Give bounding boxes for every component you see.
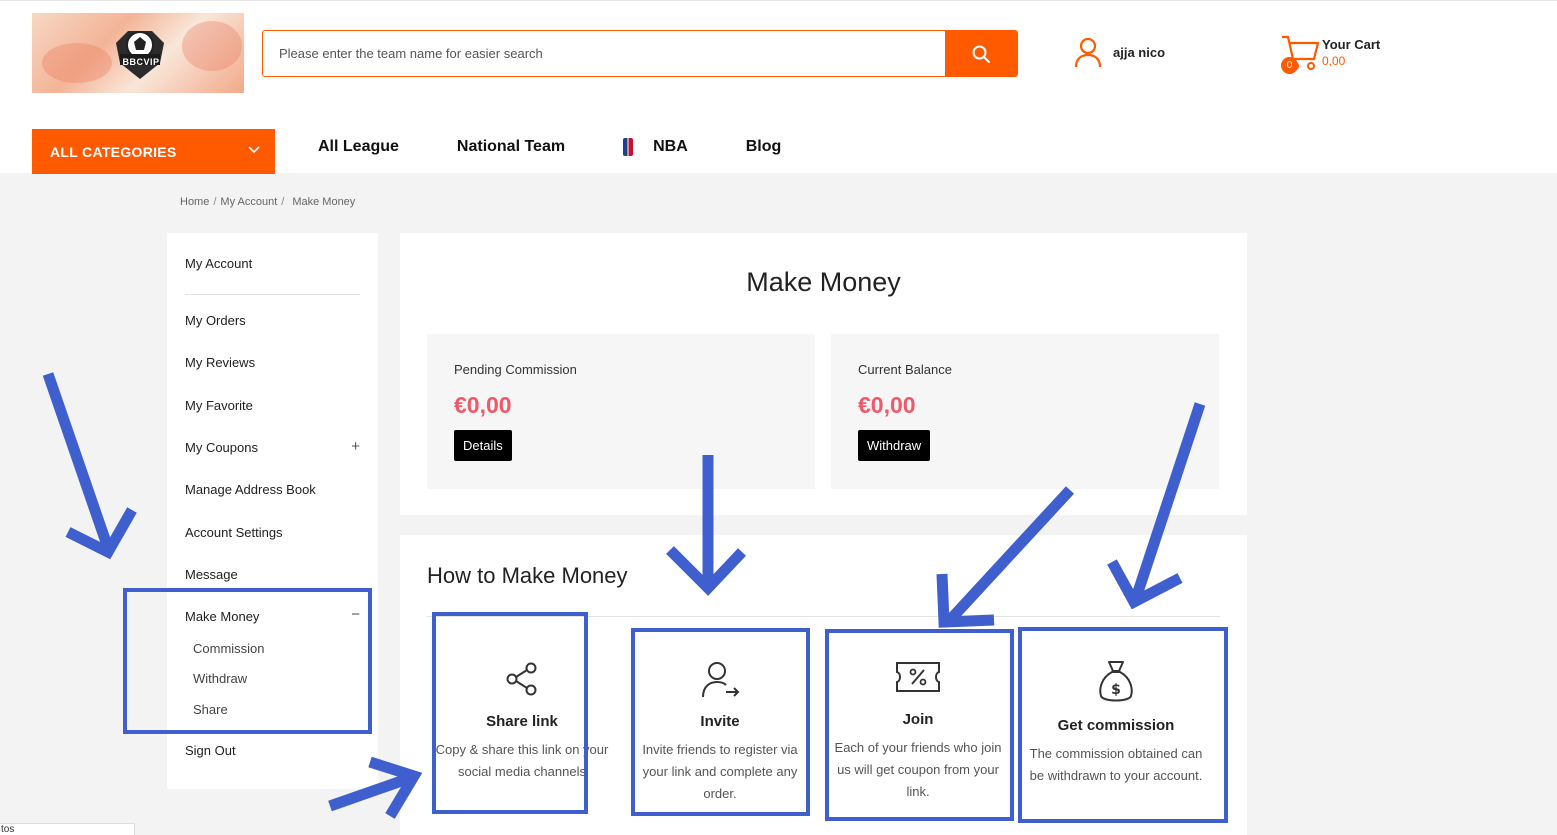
nav-item-nba[interactable]: NBA (623, 138, 688, 156)
logo-text: BBCVIP (122, 57, 160, 67)
cart-label: Your Cart (1322, 37, 1381, 52)
user-name: ajja nico (1113, 44, 1166, 60)
sidebar-item-sign-out[interactable]: Sign Out (185, 743, 236, 758)
site-logo[interactable]: BBCVIP (32, 13, 244, 93)
logo-splash (42, 43, 112, 83)
breadcrumb-separator: / (281, 196, 285, 208)
annotation-arrow (42, 372, 137, 560)
nav-item-all-league[interactable]: All League (318, 138, 399, 156)
cookie-notice: tos (0, 823, 135, 835)
soccer-ball-badge-icon (116, 31, 164, 79)
search-bar (262, 30, 1018, 77)
expand-plus-icon[interactable]: + (351, 438, 360, 455)
current-balance-card: Current Balance €0,00 Withdraw (831, 334, 1219, 489)
sidebar-item-message[interactable]: Message (185, 567, 238, 582)
all-categories-label: ALL CATEGORIES (50, 143, 177, 160)
current-balance-value: €0,00 (858, 392, 916, 418)
site-header: BBCVIP ajja nico 0 Your Cart 0,00 ALL CA… (0, 0, 1557, 174)
annotation-box-get-commission (1018, 627, 1228, 823)
nav-item-national-team[interactable]: National Team (457, 138, 565, 156)
breadcrumb: Home / My Account / Make Money (180, 196, 355, 208)
page-title: Make Money (746, 267, 901, 297)
all-categories-button[interactable]: ALL CATEGORIES (32, 129, 275, 174)
nav-item-blog[interactable]: Blog (746, 138, 782, 156)
pending-commission-value: €0,00 (454, 392, 512, 418)
withdraw-button[interactable]: Withdraw (858, 430, 931, 461)
pending-commission-card: Pending Commission €0,00 Details (427, 334, 815, 489)
breadcrumb-current: Make Money (292, 196, 356, 208)
nba-logo-icon (623, 138, 634, 156)
breadcrumb-my-account[interactable]: My Account (220, 196, 277, 208)
sidebar-item-my-reviews[interactable]: My Reviews (185, 355, 255, 370)
search-input[interactable] (263, 31, 945, 76)
sidebar-item-my-account[interactable]: My Account (185, 256, 252, 271)
annotation-box-join (825, 629, 1014, 821)
search-icon (972, 45, 990, 63)
annotation-box-invite (631, 628, 810, 816)
nav-item-nba-label: NBA (653, 138, 688, 155)
sidebar-item-my-coupons[interactable]: My Coupons (185, 440, 258, 455)
details-button[interactable]: Details (454, 430, 512, 461)
main-nav: All League National Team NBA Blog (318, 138, 839, 156)
sidebar-item-address-book[interactable]: Manage Address Book (185, 482, 316, 497)
section-title: How to Make Money (427, 563, 628, 588)
search-button[interactable] (945, 31, 1017, 76)
current-balance-label: Current Balance (858, 362, 952, 377)
make-money-panel: Make Money Pending Commission €0,00 Deta… (400, 233, 1247, 515)
cart-link[interactable]: 0 Your Cart 0,00 (1280, 33, 1420, 77)
annotation-box-share-link (432, 612, 588, 814)
sidebar-divider (185, 294, 360, 295)
annotation-box-make-money-menu (123, 588, 372, 734)
pending-commission-label: Pending Commission (454, 362, 577, 377)
cart-count-badge: 0 (1281, 57, 1298, 74)
user-account-link[interactable]: ajja nico (1073, 36, 1165, 68)
sidebar-item-account-settings[interactable]: Account Settings (185, 525, 283, 540)
chevron-down-icon (248, 146, 260, 154)
user-icon (1074, 37, 1102, 68)
cart-amount: 0,00 (1322, 54, 1346, 68)
logo-splash (182, 21, 242, 71)
sidebar-item-my-favorite[interactable]: My Favorite (185, 398, 253, 413)
breadcrumb-home[interactable]: Home (180, 196, 209, 208)
breadcrumb-separator: / (213, 196, 217, 208)
sidebar-item-my-orders[interactable]: My Orders (185, 313, 246, 328)
